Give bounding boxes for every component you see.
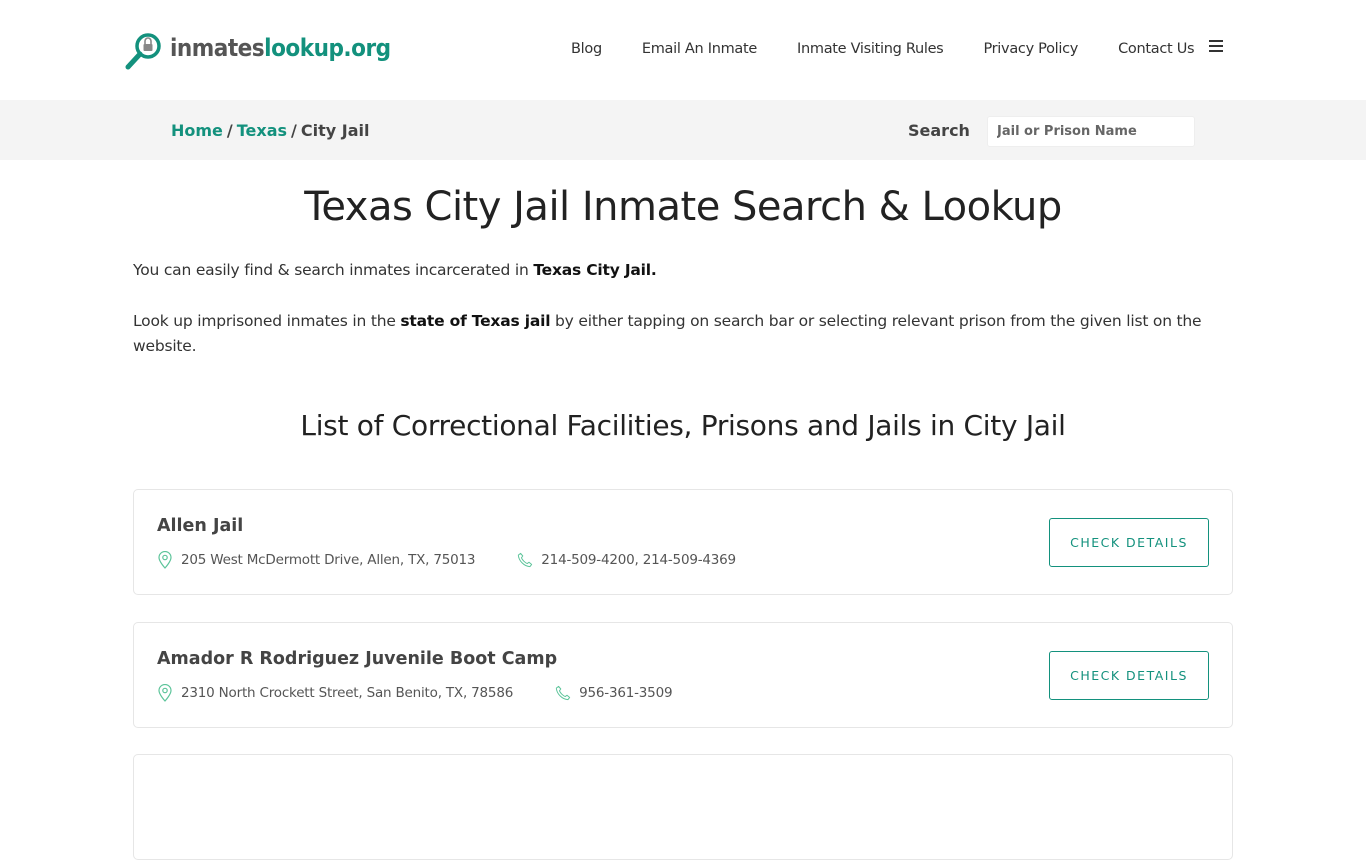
check-details-button[interactable]: CHECK DETAILS xyxy=(1049,518,1209,567)
nav-blog[interactable]: Blog xyxy=(571,41,602,57)
facility-meta: 2310 North Crockett Street, San Benito, … xyxy=(157,684,673,702)
breadcrumb: Home / Texas / City Jail xyxy=(171,121,369,140)
site-header: inmateslookup.org Blog Email An Inmate I… xyxy=(0,0,1366,100)
hamburger-icon[interactable] xyxy=(1209,40,1223,55)
main-nav: Blog Email An Inmate Inmate Visiting Rul… xyxy=(571,40,1234,57)
breadcrumb-texas[interactable]: Texas xyxy=(237,121,287,140)
nav-email-an-inmate[interactable]: Email An Inmate xyxy=(642,41,757,57)
search-label: Search xyxy=(908,121,970,140)
location-pin-icon xyxy=(158,684,172,702)
breadcrumb-current: City Jail xyxy=(300,121,370,140)
breadcrumb-bar: Home / Texas / City Jail Search xyxy=(0,100,1366,160)
nav-privacy-policy[interactable]: Privacy Policy xyxy=(983,41,1078,57)
facility-address: 205 West McDermott Drive, Allen, TX, 750… xyxy=(181,552,476,568)
check-details-button[interactable]: CHECK DETAILS xyxy=(1049,651,1209,700)
nav-inmate-visiting-rules[interactable]: Inmate Visiting Rules xyxy=(797,41,944,57)
nav-contact-us[interactable]: Contact Us xyxy=(1118,41,1195,57)
phone-icon xyxy=(518,552,533,568)
facility-address: 2310 North Crockett Street, San Benito, … xyxy=(181,685,514,701)
site-logo[interactable]: inmateslookup.org xyxy=(124,31,391,71)
facility-name[interactable]: Amador R Rodriguez Juvenile Boot Camp xyxy=(157,649,557,669)
description-paragraph: Look up imprisoned inmates in the state … xyxy=(133,312,1202,355)
breadcrumb-home[interactable]: Home xyxy=(171,121,223,140)
location-pin-icon xyxy=(158,551,172,569)
facility-card: Amador R Rodriguez Juvenile Boot Camp 23… xyxy=(133,622,1233,728)
page-title: Texas City Jail Inmate Search & Lookup xyxy=(304,184,1062,230)
facility-phone: 214-509-4200, 214-509-4369 xyxy=(517,551,736,569)
facility-card: Allen Jail 205 West McDermott Drive, All… xyxy=(133,489,1233,595)
intro-paragraph: You can easily find & search inmates inc… xyxy=(133,261,657,279)
magnifier-lock-icon xyxy=(125,33,161,70)
breadcrumb-separator: / xyxy=(226,121,233,140)
facility-phone: 956-361-3509 xyxy=(555,684,673,702)
breadcrumb-separator: / xyxy=(291,121,297,140)
facility-card xyxy=(133,754,1233,860)
phone-icon xyxy=(555,685,571,701)
search-input[interactable] xyxy=(987,116,1195,147)
facility-name[interactable]: Allen Jail xyxy=(157,516,243,536)
facility-meta: 205 West McDermott Drive, Allen, TX, 750… xyxy=(157,551,736,569)
list-title: List of Correctional Facilities, Prisons… xyxy=(300,409,1066,442)
logo-text: inmateslookup.org xyxy=(170,34,391,62)
